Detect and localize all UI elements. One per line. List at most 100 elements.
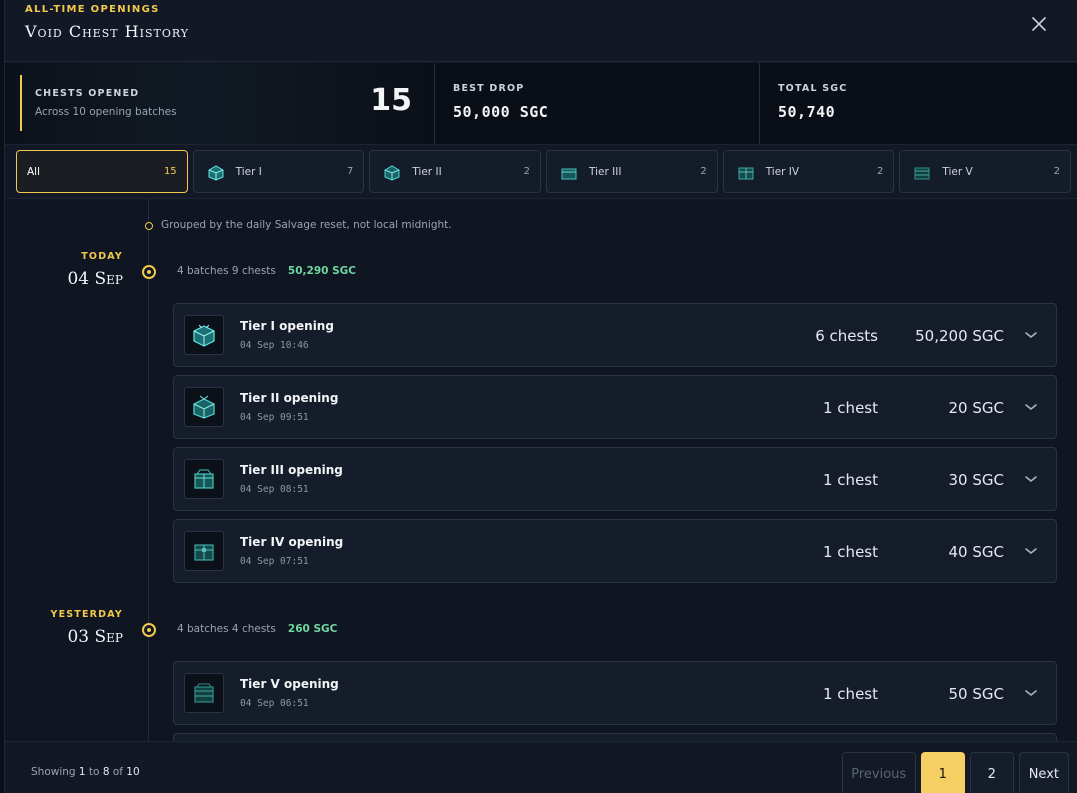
tier-1-chest-icon	[193, 324, 215, 347]
next-button[interactable]: Next	[1018, 752, 1069, 793]
chest-thumbnail	[184, 315, 224, 355]
stat-value: 50,740	[778, 103, 836, 121]
batch-time: 04 Sep 10:46	[240, 340, 309, 351]
close-icon	[1032, 17, 1046, 31]
batch-row[interactable]	[173, 733, 1057, 741]
batch-title: Tier IV opening	[240, 535, 344, 549]
chest-thumbnail	[184, 387, 224, 427]
page-1-button[interactable]: 1	[920, 752, 965, 793]
tier-5-chest-icon	[194, 683, 214, 703]
chest-thumbnail	[184, 459, 224, 499]
day-summary: 4 batches 9 chests 50,290 SGC	[177, 265, 356, 277]
chevron-down-icon[interactable]	[1024, 328, 1038, 342]
tab-count: 7	[346, 166, 354, 177]
day-summary: 4 batches 4 chests 260 SGC	[177, 623, 337, 635]
tab-tier-4[interactable]: Tier IV 2	[722, 150, 895, 193]
close-button[interactable]	[1029, 14, 1049, 34]
batch-chest-count: 1 chest	[823, 685, 878, 703]
stats-bar: CHESTS OPENED Across 10 opening batches …	[5, 63, 1077, 145]
batch-sgc: 40 SGC	[948, 543, 1004, 561]
tab-all[interactable]: All 15	[16, 150, 188, 193]
pagination-footer: Showing 1 to 8 of 10 Previous 1 2 Next	[5, 741, 1077, 793]
modal-header: ALL-TIME OPENINGS Void Chest History	[5, 0, 1077, 62]
batch-row[interactable]: Tier I opening 04 Sep 10:46 6 chests 50,…	[173, 303, 1057, 367]
void-chest-history-modal: ALL-TIME OPENINGS Void Chest History CHE…	[4, 0, 1077, 793]
tab-label: Tier I	[235, 166, 262, 178]
stat-chests-opened: CHESTS OPENED Across 10 opening batches …	[5, 63, 435, 144]
stat-best-drop: BEST DROP 50,000 SGC	[435, 63, 760, 144]
tab-tier-3[interactable]: Tier III 2	[546, 150, 718, 193]
batch-sgc: 30 SGC	[948, 471, 1004, 489]
tier-3-chest-icon	[561, 168, 577, 180]
showing-from: 1	[78, 766, 86, 778]
stat-label: CHESTS OPENED	[35, 88, 140, 99]
batch-sgc: 50,200 SGC	[915, 327, 1004, 345]
showing-of-word: of	[109, 766, 127, 778]
batch-row[interactable]: Tier II opening 04 Sep 09:51 1 chest 20 …	[173, 375, 1057, 439]
chevron-down-icon[interactable]	[1024, 544, 1038, 558]
note-dot	[145, 222, 153, 230]
batch-chest-count: 1 chest	[823, 543, 878, 561]
day-marker	[142, 265, 156, 279]
batch-row[interactable]: Tier IV opening 04 Sep 07:51 1 chest 40 …	[173, 519, 1057, 583]
day-marker	[142, 623, 156, 637]
day-summary-text: 4 batches 4 chests	[177, 623, 276, 635]
batch-title: Tier I opening	[240, 319, 334, 333]
showing-to-word: to	[85, 766, 103, 778]
batch-title: Tier V opening	[240, 677, 339, 691]
tier-filter-tabs: All 15 Tier I 7 Tier II 2 Tier III 2 Tie…	[16, 150, 1072, 194]
tier-1-chest-icon	[208, 165, 224, 181]
day-label: TODAY	[81, 251, 123, 262]
tier-4-chest-icon	[738, 167, 754, 180]
batch-time: 04 Sep 09:51	[240, 412, 309, 423]
eyebrow-label: ALL-TIME OPENINGS	[25, 4, 160, 15]
batch-row[interactable]: Tier III opening 04 Sep 08:51 1 chest 30…	[173, 447, 1057, 511]
batch-row[interactable]: Tier V opening 04 Sep 06:51 1 chest 50 S…	[173, 661, 1057, 725]
tab-label: All	[27, 166, 41, 178]
batch-time: 04 Sep 08:51	[240, 484, 309, 495]
tab-tier-1[interactable]: Tier I 7	[192, 150, 365, 193]
tier-2-chest-icon	[193, 395, 215, 419]
tab-tier-5[interactable]: Tier V 2	[899, 150, 1072, 193]
batch-time: 04 Sep 06:51	[240, 698, 309, 709]
tab-label: Tier III	[589, 166, 622, 178]
tab-count: 2	[1053, 166, 1061, 177]
day-sgc-total: 260 SGC	[287, 623, 338, 635]
tab-count: 2	[876, 166, 884, 177]
stat-label: TOTAL SGC	[778, 83, 848, 94]
pager: Previous 1 2 Next	[841, 752, 1069, 793]
batch-sgc: 50 SGC	[948, 685, 1004, 703]
timeline-line	[148, 199, 149, 741]
showing-prefix: Showing	[31, 766, 79, 778]
chest-thumbnail	[184, 673, 224, 713]
tab-count: 15	[163, 166, 177, 177]
day-date: 03 Sep	[67, 627, 123, 647]
previous-button[interactable]: Previous	[841, 752, 916, 793]
chevron-down-icon[interactable]	[1024, 686, 1038, 700]
stat-value: 50,000 SGC	[453, 103, 549, 121]
batch-chest-count: 1 chest	[823, 471, 878, 489]
tab-count: 2	[523, 166, 531, 177]
day-date: 04 Sep	[67, 269, 123, 289]
chevron-down-icon[interactable]	[1024, 400, 1038, 414]
tier-4-chest-icon	[194, 544, 214, 561]
modal-title: Void Chest History	[25, 22, 190, 41]
tab-label: Tier II	[412, 166, 442, 178]
page-2-button[interactable]: 2	[969, 752, 1014, 793]
batch-title: Tier II opening	[240, 391, 339, 405]
batch-chest-count: 1 chest	[823, 399, 878, 417]
showing-count: Showing 1 to 8 of 10	[31, 766, 140, 778]
chevron-down-icon[interactable]	[1024, 472, 1038, 486]
batch-chest-count: 6 chests	[815, 327, 878, 345]
reset-note: Grouped by the daily Salvage reset, not …	[161, 219, 452, 231]
tab-count: 2	[700, 166, 707, 177]
tab-tier-2[interactable]: Tier II 2	[369, 150, 542, 193]
accent-bar	[20, 75, 22, 131]
stat-label: BEST DROP	[453, 83, 525, 94]
history-timeline[interactable]: Grouped by the daily Salvage reset, not …	[5, 198, 1077, 741]
day-label: YESTERDAY	[50, 609, 123, 620]
batch-sgc: 20 SGC	[948, 399, 1004, 417]
stat-subtitle: Across 10 opening batches	[35, 106, 177, 118]
stat-value: 15	[370, 83, 412, 118]
day-sgc-total: 50,290 SGC	[287, 265, 356, 277]
